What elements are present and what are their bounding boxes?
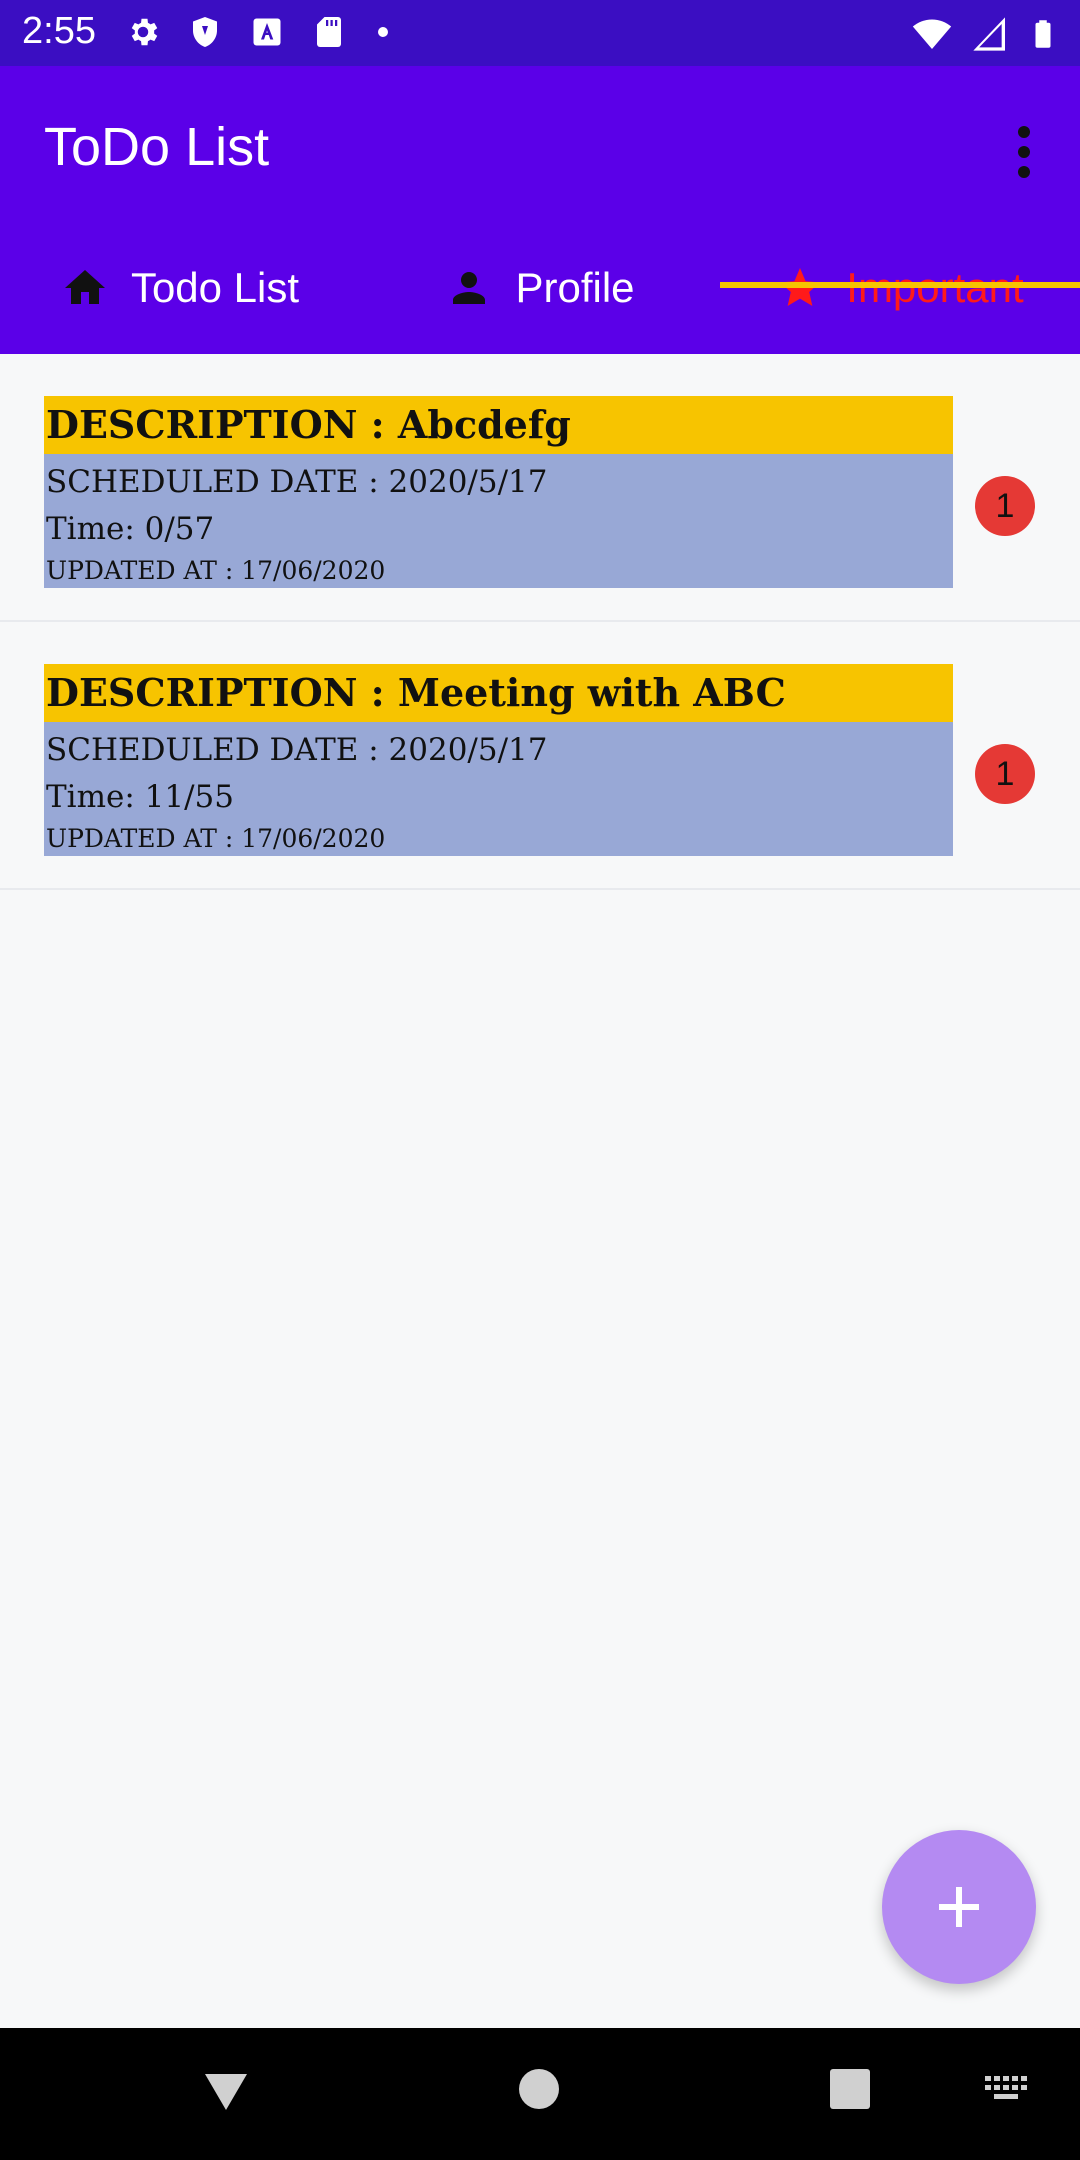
tab-profile[interactable]: Profile xyxy=(360,222,720,354)
list-item[interactable]: DESCRIPTION : Meeting with ABC SCHEDULED… xyxy=(0,622,1080,890)
battery-icon xyxy=(1035,20,1051,48)
tab-label: Todo List xyxy=(130,264,300,311)
back-icon[interactable] xyxy=(203,2068,249,2114)
settings-icon xyxy=(131,18,158,46)
cellular-signal-icon xyxy=(973,17,1005,51)
overflow-menu-button[interactable] xyxy=(996,116,1052,188)
font-a-icon xyxy=(253,18,281,46)
todo-updated-at: UPDATED AT : 17/06/2020 xyxy=(46,556,386,585)
todo-card[interactable]: DESCRIPTION : Abcdefg SCHEDULED DATE : 2… xyxy=(44,396,953,588)
tab-indicator xyxy=(720,282,1080,288)
priority-badge: 1 xyxy=(975,476,1035,536)
status-icons-right xyxy=(912,12,1058,56)
star-icon xyxy=(780,268,821,306)
todo-time: Time: 11/55 xyxy=(46,779,234,815)
todo-scheduled-date: SCHEDULED DATE : 2020/5/17 xyxy=(46,464,548,500)
todo-description: DESCRIPTION : Meeting with ABC xyxy=(44,664,953,722)
tab-bar: Todo List Profile Important xyxy=(0,222,1080,354)
tab-todo-list[interactable]: Todo List xyxy=(0,222,360,354)
tab-label: Profile xyxy=(515,264,635,311)
wifi-icon xyxy=(912,19,952,49)
list-item[interactable]: DESCRIPTION : Abcdefg SCHEDULED DATE : 2… xyxy=(0,354,1080,622)
plus-icon xyxy=(939,1887,979,1927)
more-vert-icon xyxy=(1018,126,1030,178)
app-bar: ToDo List Todo List Profile Important xyxy=(0,66,1080,354)
todo-card[interactable]: DESCRIPTION : Meeting with ABC SCHEDULED… xyxy=(44,664,953,856)
home-circle-icon[interactable] xyxy=(518,2068,560,2110)
add-todo-button[interactable] xyxy=(882,1830,1036,1984)
status-bar: 2:55 xyxy=(0,0,1080,66)
todo-details: SCHEDULED DATE : 2020/5/17 Time: 0/57 UP… xyxy=(44,454,953,588)
todo-description: DESCRIPTION : Abcdefg xyxy=(44,396,953,454)
dot-icon xyxy=(378,27,388,37)
todo-details: SCHEDULED DATE : 2020/5/17 Time: 11/55 U… xyxy=(44,722,953,856)
app-title: ToDo List xyxy=(44,117,270,177)
recents-icon[interactable] xyxy=(829,2068,871,2110)
person-icon xyxy=(453,272,486,304)
todo-list: DESCRIPTION : Abcdefg SCHEDULED DATE : 2… xyxy=(0,354,1080,890)
tab-important[interactable]: Important xyxy=(720,222,1080,354)
system-nav-bar xyxy=(0,2028,1080,2160)
home-icon xyxy=(64,270,105,304)
priority-badge: 1 xyxy=(975,744,1035,804)
status-time: 2:55 xyxy=(22,10,96,52)
todo-updated-at: UPDATED AT : 17/06/2020 xyxy=(46,824,386,853)
sd-card-icon xyxy=(317,17,341,47)
todo-scheduled-date: SCHEDULED DATE : 2020/5/17 xyxy=(46,732,548,768)
tab-label: Important xyxy=(846,264,1023,312)
shield-icon xyxy=(193,17,217,47)
status-icons-left xyxy=(125,14,393,50)
todo-time: Time: 0/57 xyxy=(46,511,215,547)
keyboard-icon[interactable] xyxy=(985,2076,1029,2106)
